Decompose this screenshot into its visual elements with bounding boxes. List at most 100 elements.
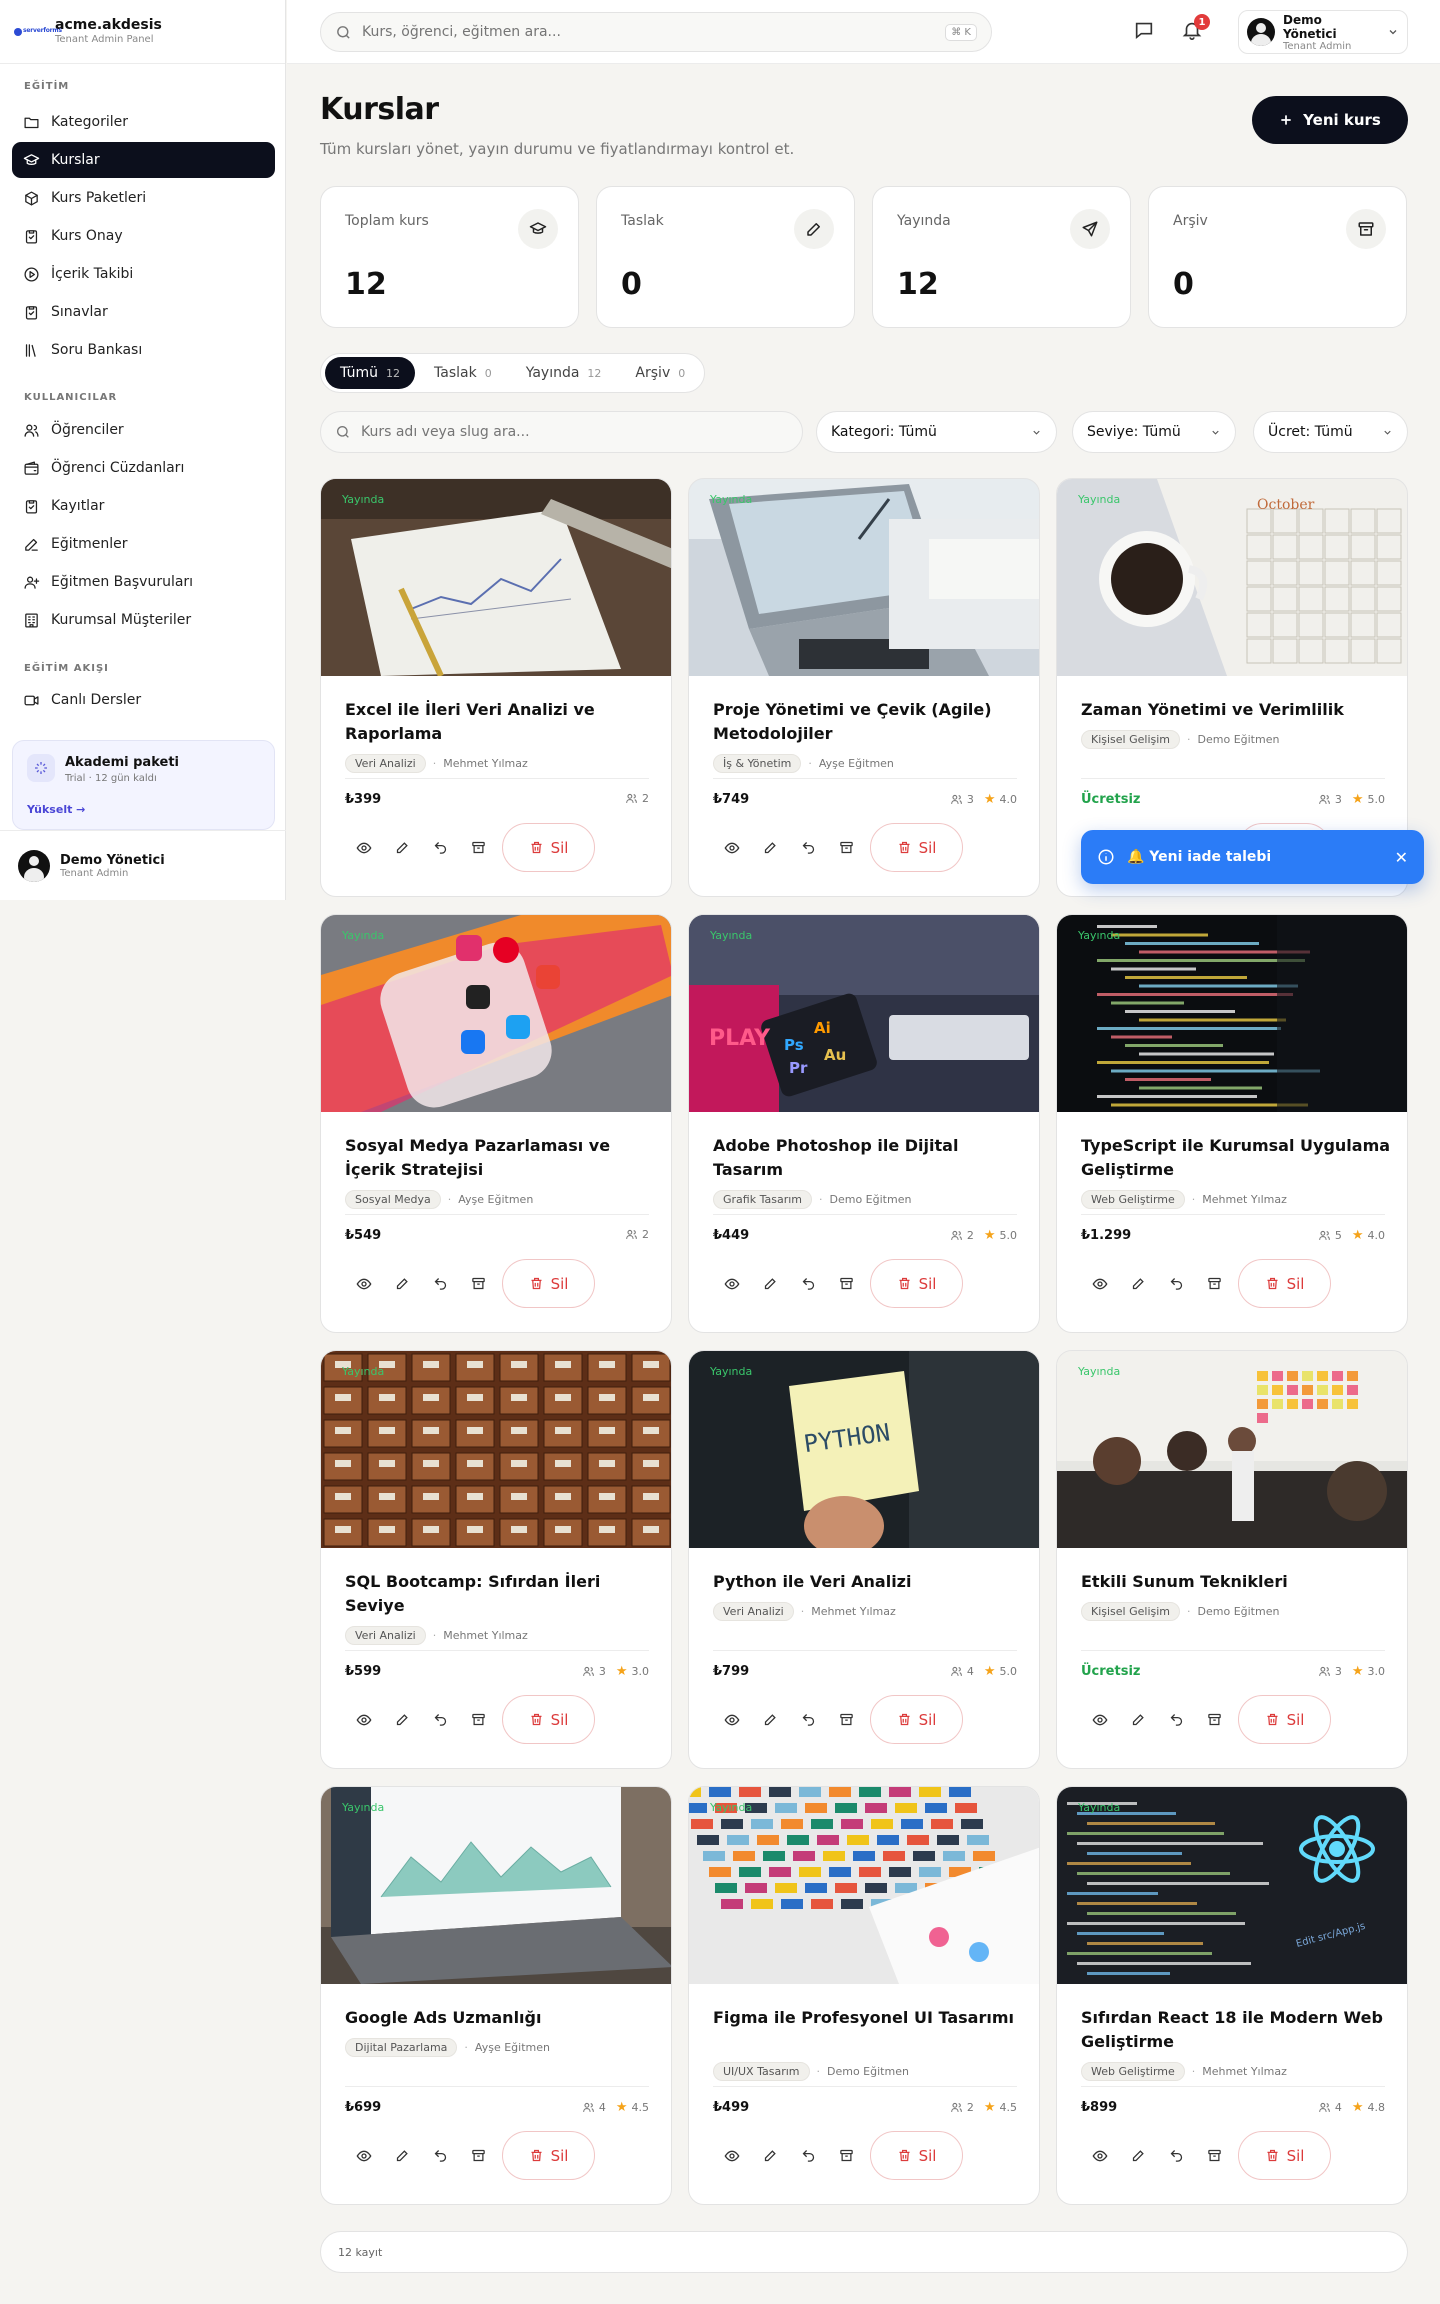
message-icon[interactable] <box>1133 19 1157 43</box>
course-card[interactable]: Yayında Excel ile İleri Veri Analizi ve R… <box>320 478 672 897</box>
course-search[interactable] <box>320 411 803 453</box>
delete-button[interactable]: Sil <box>502 1259 595 1308</box>
archive-icon[interactable] <box>827 2137 865 2175</box>
undo-icon[interactable] <box>421 1265 459 1303</box>
edit-icon[interactable] <box>1119 2137 1157 2175</box>
global-search[interactable]: ⌘ K <box>320 12 992 52</box>
edit-icon[interactable] <box>1119 1265 1157 1303</box>
user-menu[interactable]: Demo Yönetici Tenant Admin <box>1238 10 1408 54</box>
delete-button[interactable]: Sil <box>502 823 595 872</box>
level-select[interactable]: Seviye: Tümü <box>1072 411 1236 453</box>
course-card[interactable]: Ps Ai Pr Au PLAY Yayında Adobe Photoshop ile D… <box>688 914 1040 1333</box>
delete-button[interactable]: Sil <box>870 1259 963 1308</box>
edit-icon[interactable] <box>383 1265 421 1303</box>
course-title[interactable]: SQL Bootcamp: Sıfırdan İleri Seviye <box>345 1570 655 1618</box>
sidebar-item-kurs-paketleri[interactable]: Kurs Paketleri <box>12 180 275 216</box>
view-icon[interactable] <box>713 829 751 867</box>
view-icon[interactable] <box>1081 1701 1119 1739</box>
delete-button[interactable]: Sil <box>870 823 963 872</box>
view-icon[interactable] <box>713 1701 751 1739</box>
undo-icon[interactable] <box>789 1265 827 1303</box>
sidebar-item-sınavlar[interactable]: Sınavlar <box>12 294 275 330</box>
edit-icon[interactable] <box>1119 1701 1157 1739</box>
undo-icon[interactable] <box>1157 2137 1195 2175</box>
course-title[interactable]: Adobe Photoshop ile Dijital Tasarım <box>713 1134 1023 1182</box>
new-course-button[interactable]: Yeni kurs <box>1252 96 1408 144</box>
course-card[interactable]: PYTHON Yayında Python ile Veri Analizi Veri… <box>688 1350 1040 1769</box>
view-icon[interactable] <box>345 1701 383 1739</box>
course-thumbnail[interactable] <box>321 915 671 1112</box>
tab-3[interactable]: Arşiv 0 <box>620 357 700 389</box>
edit-icon[interactable] <box>751 829 789 867</box>
course-card[interactable]: Edit src/App.js Yayında Sıfırdan React 18 … <box>1056 1786 1408 2205</box>
undo-icon[interactable] <box>789 1701 827 1739</box>
course-thumbnail[interactable] <box>689 1787 1039 1984</box>
sidebar-item-kategoriler[interactable]: Kategoriler <box>12 104 275 140</box>
price-select[interactable]: Ücret: Tümü <box>1253 411 1408 453</box>
undo-icon[interactable] <box>421 2137 459 2175</box>
edit-icon[interactable] <box>751 2137 789 2175</box>
sidebar-item-canlı-dersler[interactable]: Canlı Dersler <box>12 682 275 718</box>
course-title[interactable]: Python ile Veri Analizi <box>713 1570 1023 1594</box>
delete-button[interactable]: Sil <box>502 2131 595 2180</box>
delete-button[interactable]: Sil <box>1238 1695 1331 1744</box>
brand[interactable]: serverforms acme.akdesis Tenant Admin Pa… <box>0 0 285 64</box>
course-title[interactable]: Zaman Yönetimi ve Verimlilik <box>1081 698 1391 722</box>
sidebar-item-eğitmen-başvuruları[interactable]: Eğitmen Başvuruları <box>12 564 275 600</box>
course-card[interactable]: Yayında SQL Bootcamp: Sıfırdan İleri Sevi… <box>320 1350 672 1769</box>
course-thumbnail[interactable]: Edit src/App.js <box>1057 1787 1407 1984</box>
sidebar-item-kurs-onay[interactable]: Kurs Onay <box>12 218 275 254</box>
close-icon[interactable]: ✕ <box>1395 848 1408 867</box>
sidebar-item-öğrenci-cüzdanları[interactable]: Öğrenci Cüzdanları <box>12 450 275 486</box>
archive-icon[interactable] <box>1195 2137 1233 2175</box>
archive-icon[interactable] <box>459 1265 497 1303</box>
course-card[interactable]: Yayında Proje Yönetimi ve Çevik (Agile) M… <box>688 478 1040 897</box>
category-select[interactable]: Kategori: Tümü <box>816 411 1057 453</box>
course-thumbnail[interactable] <box>321 479 671 676</box>
course-thumbnail[interactable]: PYTHON <box>689 1351 1039 1548</box>
view-icon[interactable] <box>713 1265 751 1303</box>
sidebar-item-eğitmenler[interactable]: Eğitmenler <box>12 526 275 562</box>
edit-icon[interactable] <box>383 2137 421 2175</box>
undo-icon[interactable] <box>789 2137 827 2175</box>
archive-icon[interactable] <box>459 1701 497 1739</box>
course-thumbnail[interactable]: Ps Ai Pr Au PLAY <box>689 915 1039 1112</box>
course-thumbnail[interactable] <box>1057 1351 1407 1548</box>
course-title[interactable]: Figma ile Profesyonel UI Tasarımı <box>713 2006 1023 2030</box>
course-title[interactable]: Google Ads Uzmanlığı <box>345 2006 655 2030</box>
undo-icon[interactable] <box>1157 1701 1195 1739</box>
course-thumbnail[interactable]: October <box>1057 479 1407 676</box>
course-title[interactable]: Excel ile İleri Veri Analizi ve Raporlam… <box>345 698 655 746</box>
view-icon[interactable] <box>713 2137 751 2175</box>
view-icon[interactable] <box>345 2137 383 2175</box>
course-thumbnail[interactable] <box>321 1351 671 1548</box>
sidebar-item-kurslar[interactable]: Kurslar <box>12 142 275 178</box>
sidebar-item-kurumsal-müşteriler[interactable]: Kurumsal Müşteriler <box>12 602 275 638</box>
undo-icon[interactable] <box>421 1701 459 1739</box>
course-title[interactable]: Etkili Sunum Teknikleri <box>1081 1570 1391 1594</box>
delete-button[interactable]: Sil <box>870 1695 963 1744</box>
tab-0[interactable]: Tümü 12 <box>325 357 416 389</box>
delete-button[interactable]: Sil <box>502 1695 595 1744</box>
sidebar-user[interactable]: Demo Yönetici Tenant Admin <box>0 830 286 900</box>
delete-button[interactable]: Sil <box>870 2131 963 2180</box>
undo-icon[interactable] <box>421 829 459 867</box>
sidebar-item-i-çerik-takibi[interactable]: İçerik Takibi <box>12 256 275 292</box>
archive-icon[interactable] <box>827 1701 865 1739</box>
global-search-input[interactable] <box>362 24 936 40</box>
edit-icon[interactable] <box>383 1701 421 1739</box>
archive-icon[interactable] <box>459 2137 497 2175</box>
archive-icon[interactable] <box>1195 1701 1233 1739</box>
course-title[interactable]: TypeScript ile Kurumsal Uygulama Gelişti… <box>1081 1134 1391 1182</box>
course-thumbnail[interactable] <box>1057 915 1407 1112</box>
upgrade-link[interactable]: Yükselt → <box>27 803 85 816</box>
course-title[interactable]: Proje Yönetimi ve Çevik (Agile) Metodolo… <box>713 698 1023 746</box>
course-search-input[interactable] <box>361 424 788 440</box>
course-card[interactable]: Yayında TypeScript ile Kurumsal Uygulama … <box>1056 914 1408 1333</box>
view-icon[interactable] <box>345 829 383 867</box>
course-card[interactable]: Yayında Etkili Sunum Teknikleri Kişisel Ge… <box>1056 1350 1408 1769</box>
sidebar-item-kayıtlar[interactable]: Kayıtlar <box>12 488 275 524</box>
course-title[interactable]: Sıfırdan React 18 ile Modern Web Gelişti… <box>1081 2006 1391 2054</box>
edit-icon[interactable] <box>383 829 421 867</box>
course-thumbnail[interactable] <box>321 1787 671 1984</box>
